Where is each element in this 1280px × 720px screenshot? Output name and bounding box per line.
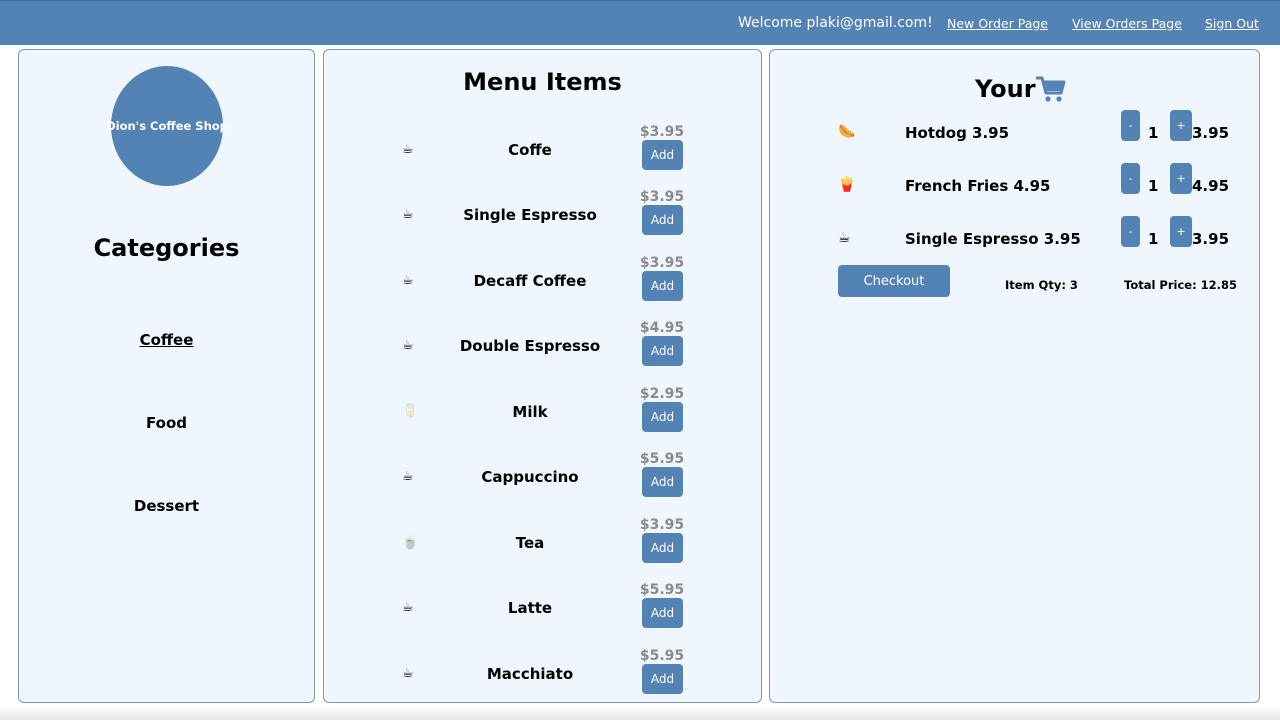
cart-item-total: 3.95 [1192, 124, 1230, 142]
menu-item-price: $3.95 [639, 189, 685, 205]
total-price-summary: Total Price: 12.85 [1124, 278, 1238, 292]
menu-item-name: Macchiato [486, 665, 574, 683]
cart-item-name: Hotdog 3.95 [905, 124, 1010, 142]
menu-item-price: $5.95 [639, 451, 685, 467]
cart-item-row: 🍟 French Fries 4.95 - 1 + 4.95 [770, 163, 1259, 217]
menu-item-name: Decaff Coffee [473, 272, 587, 290]
cart-panel: Your 🌭 Hotdog 3.95 - 1 + 3.95 🍟 French F… [769, 49, 1260, 703]
category-label: Food [146, 414, 187, 432]
new-order-link[interactable]: New Order Page [947, 16, 1048, 31]
decrease-qty-button[interactable]: - [1121, 110, 1140, 141]
french-fries-icon: 🍟 [838, 177, 856, 193]
menu-item-row: ☕ Decaff Coffee $3.95 Add [324, 255, 761, 327]
cart-title-text: Your [975, 75, 1036, 103]
cart-icon [1035, 76, 1066, 102]
cart-item-total: 4.95 [1192, 177, 1230, 195]
coffee-cup-icon: ☕ [402, 600, 414, 615]
cart-item-qty: 1 [1148, 124, 1159, 142]
cart-item-row: 🌭 Hotdog 3.95 - 1 + 3.95 [770, 110, 1259, 164]
menu-item-name: Tea [515, 534, 545, 552]
coffee-cup-icon: ☕ [402, 338, 414, 353]
shop-logo: Dion's Coffee Shop [106, 66, 228, 186]
menu-item-name: Latte [507, 599, 553, 617]
sign-out-link[interactable]: Sign Out [1205, 16, 1259, 31]
category-coffee[interactable]: Coffee [19, 331, 314, 349]
top-nav-bar: Welcome plaki@gmail.com! New Order Page … [0, 0, 1280, 45]
tea-cup-icon: 🍵 [402, 535, 419, 550]
shop-logo-text: Dion's Coffee Shop [106, 119, 228, 133]
bottom-edge [0, 706, 1280, 720]
category-food[interactable]: Food [19, 414, 314, 432]
menu-item-row: ☕ Single Espresso $3.95 Add [324, 189, 761, 261]
menu-panel: Menu Items ☕ Coffe $3.95 Add ☕ Single Es… [323, 49, 762, 703]
add-button[interactable]: Add [642, 271, 683, 301]
menu-item-row: ☕ Latte $5.95 Add [324, 582, 761, 654]
menu-item-price: $3.95 [639, 517, 685, 533]
category-label: Dessert [133, 497, 200, 515]
menu-item-row: 🍵 Tea $3.95 Add [324, 517, 761, 589]
menu-item-name: Double Espresso [459, 337, 601, 355]
coffee-cup-icon: ☕ [402, 273, 414, 288]
menu-item-name: Cappuccino [481, 468, 579, 486]
coffee-cup-icon: ☕ [402, 666, 414, 681]
view-orders-link[interactable]: View Orders Page [1072, 16, 1182, 31]
increase-qty-button[interactable]: + [1170, 110, 1192, 141]
coffee-cup-icon: ☕ [838, 230, 851, 246]
add-button[interactable]: Add [642, 467, 683, 497]
decrease-qty-button[interactable]: - [1121, 163, 1140, 194]
menu-item-price: $4.95 [639, 320, 685, 336]
menu-item-price: $2.95 [639, 386, 685, 402]
increase-qty-button[interactable]: + [1170, 163, 1192, 194]
menu-item-price: $3.95 [639, 124, 685, 140]
cart-title: Your [975, 74, 1066, 104]
cart-item-qty: 1 [1148, 177, 1159, 195]
coffee-cup-icon: ☕ [402, 469, 414, 484]
menu-item-row: ☕ Cappuccino $5.95 Add [324, 451, 761, 523]
cart-item-total: 3.95 [1192, 230, 1230, 248]
category-dessert[interactable]: Dessert [19, 497, 314, 515]
categories-panel: Dion's Coffee Shop Categories Coffee Foo… [18, 49, 315, 703]
increase-qty-button[interactable]: + [1170, 216, 1192, 247]
menu-item-row: ☕ Double Espresso $4.95 Add [324, 320, 761, 392]
menu-title: Menu Items [463, 68, 622, 96]
welcome-message: Welcome plaki@gmail.com! [738, 15, 933, 31]
cart-item-row: ☕ Single Espresso 3.95 - 1 + 3.95 [770, 216, 1259, 270]
cart-item-qty: 1 [1148, 230, 1159, 248]
add-button[interactable]: Add [642, 533, 683, 563]
hotdog-icon: 🌭 [838, 124, 856, 140]
menu-item-price: $5.95 [639, 582, 685, 598]
milk-glass-icon: 🥛 [402, 404, 419, 419]
add-button[interactable]: Add [642, 336, 683, 366]
menu-item-name: Coffe [508, 141, 552, 159]
menu-item-row: ☕ Coffe $3.95 Add [324, 124, 761, 196]
menu-item-price: $5.95 [639, 648, 685, 664]
cart-item-name: Single Espresso 3.95 [905, 230, 1081, 248]
add-button[interactable]: Add [642, 402, 683, 432]
category-label: Coffee [139, 331, 194, 349]
cart-item-name: French Fries 4.95 [905, 177, 1051, 195]
add-button[interactable]: Add [642, 598, 683, 628]
add-button[interactable]: Add [642, 205, 683, 235]
item-qty-summary: Item Qty: 3 [1005, 278, 1078, 292]
categories-title: Categories [93, 234, 240, 262]
menu-item-name: Single Espresso [463, 206, 597, 224]
add-button[interactable]: Add [642, 664, 683, 694]
decrease-qty-button[interactable]: - [1121, 216, 1140, 247]
add-button[interactable]: Add [642, 140, 683, 170]
coffee-cup-icon: ☕ [402, 142, 414, 157]
menu-item-name: Milk [512, 403, 548, 421]
checkout-button[interactable]: Checkout [838, 265, 950, 297]
coffee-cup-icon: ☕ [402, 207, 414, 222]
menu-item-price: $3.95 [639, 255, 685, 271]
menu-item-row: 🥛 Milk $2.95 Add [324, 386, 761, 458]
